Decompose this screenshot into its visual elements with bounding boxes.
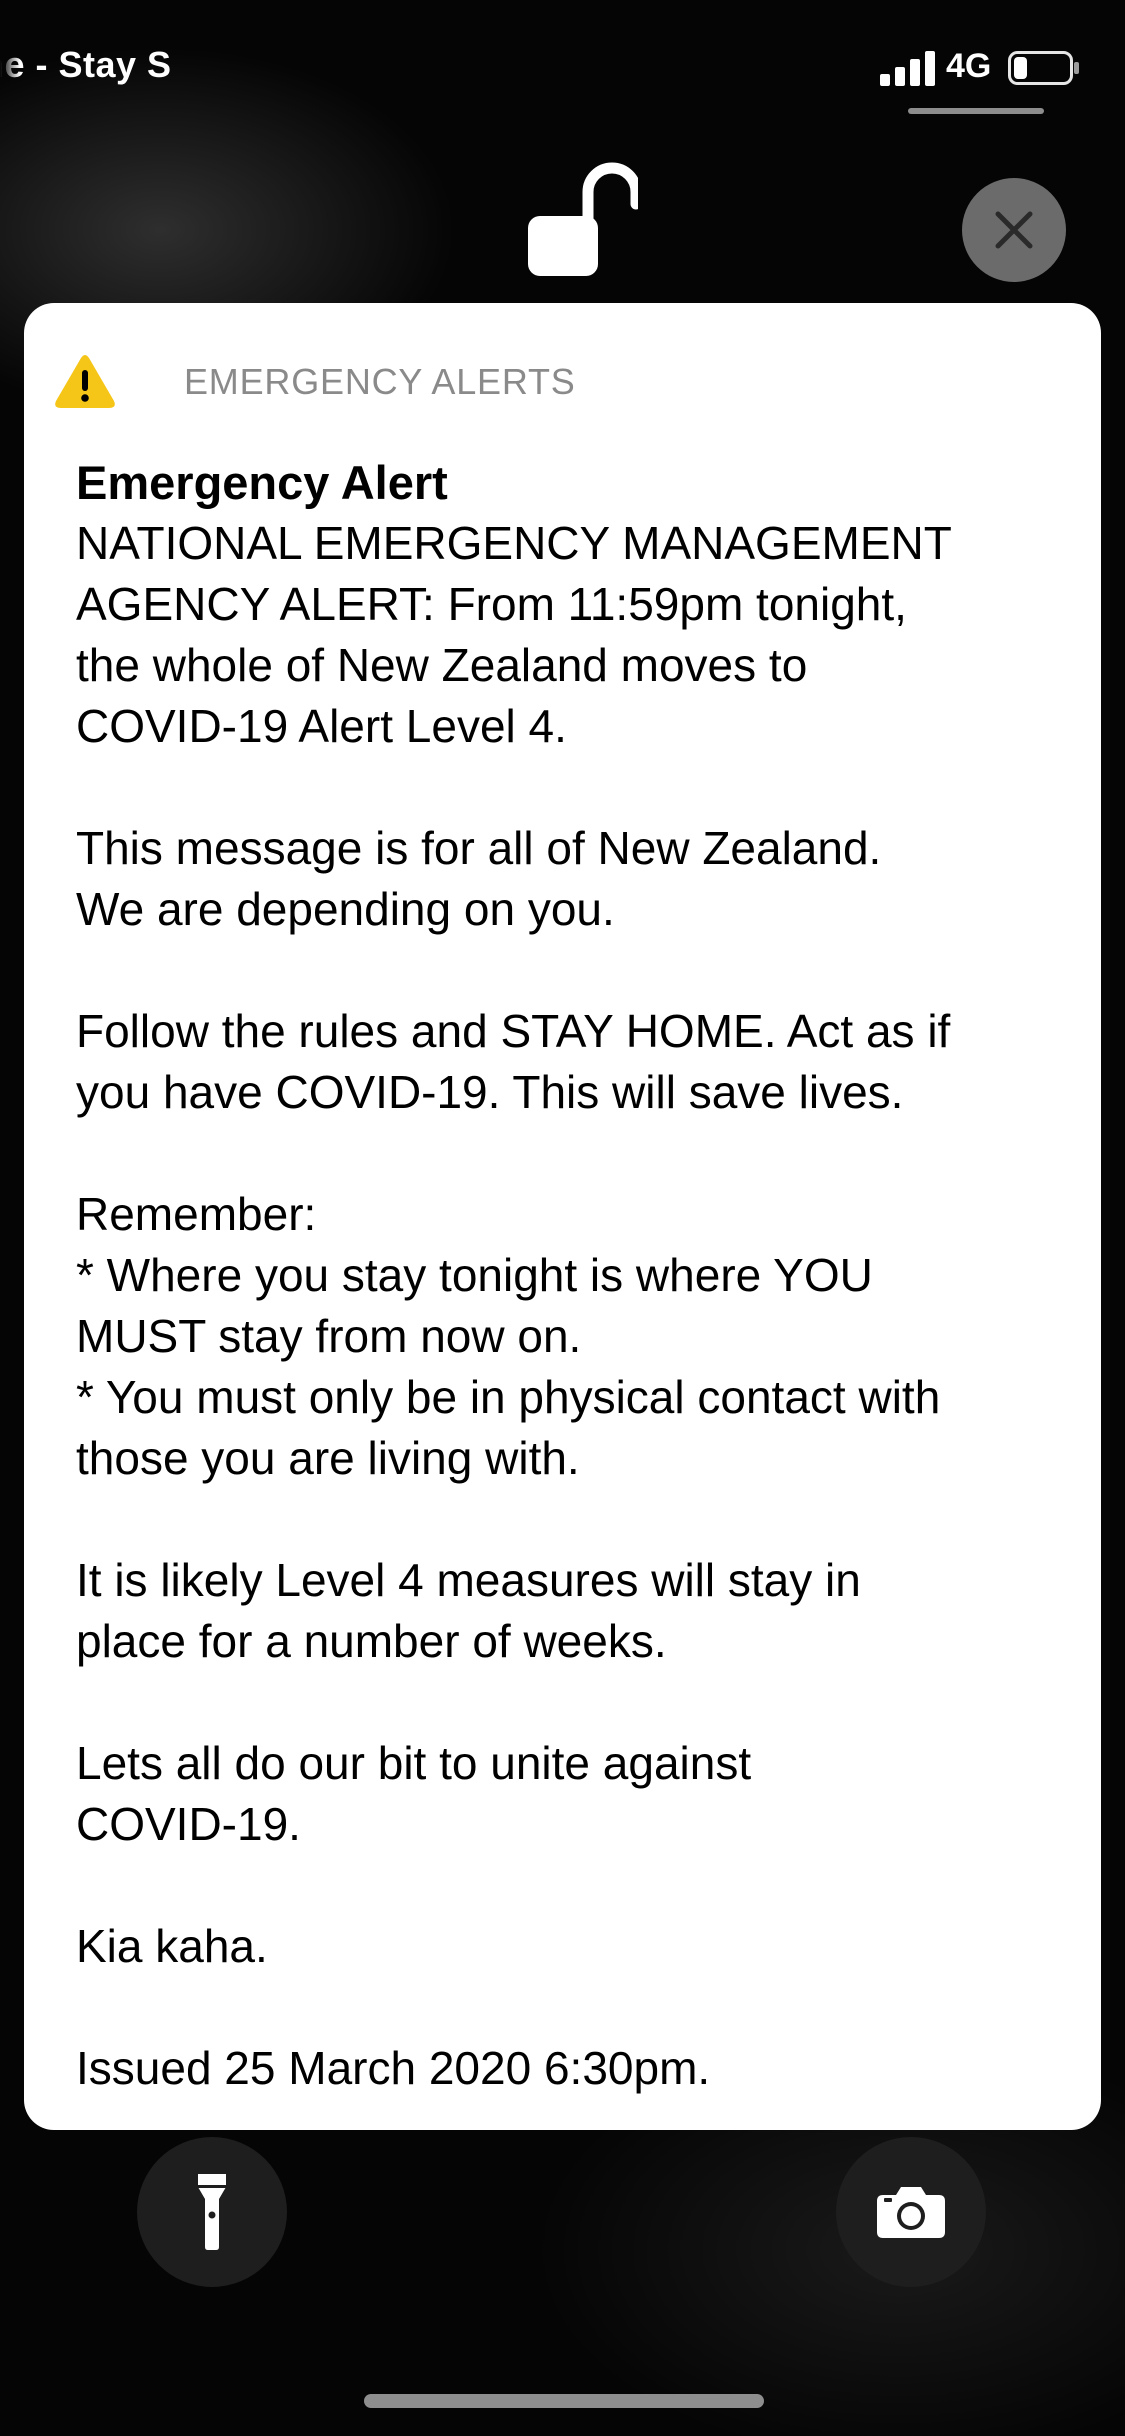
notification-app-name: EMERGENCY ALERTS (184, 361, 576, 402)
unlocked-padlock-icon (528, 162, 638, 276)
alert-line: Lets all do our bit to unite against (76, 1737, 752, 1789)
notification-header: EMERGENCY ALERTS (54, 353, 954, 413)
alert-line: COVID-19 Alert Level 4. (76, 700, 567, 752)
alert-paragraph: Remember: * Where you stay tonight is wh… (76, 1184, 1086, 1489)
status-bar-indicator (908, 108, 1044, 114)
cellular-signal-icon (880, 51, 935, 86)
alert-line: those you are living with. (76, 1432, 580, 1484)
dismiss-button[interactable] (962, 178, 1066, 282)
alert-line: * Where you stay tonight is where YOU (76, 1249, 873, 1301)
alert-paragraph: Lets all do our bit to unite against COV… (76, 1733, 1086, 1855)
flashlight-button[interactable] (137, 2137, 287, 2287)
alert-line: you have COVID-19. This will save lives. (76, 1066, 904, 1118)
alert-issued-timestamp: Issued 25 March 2020 6:30pm. (76, 2038, 1086, 2099)
flashlight-icon (198, 2174, 226, 2250)
alert-line: * You must only be in physical contact w… (76, 1371, 941, 1423)
alert-line: Follow the rules and STAY HOME. Act as i… (76, 1005, 951, 1057)
alert-line: COVID-19. (76, 1798, 301, 1850)
alert-line: AGENCY ALERT: From 11:59pm tonight, (76, 578, 907, 630)
alert-paragraph: Follow the rules and STAY HOME. Act as i… (76, 1001, 1086, 1123)
carrier-name: ne - Stay S (0, 44, 172, 85)
warning-icon (55, 355, 115, 408)
alert-line: This message is for all of New Zealand. (76, 822, 882, 874)
alert-line: Issued 25 March 2020 6:30pm. (76, 2042, 711, 2094)
alert-line: the whole of New Zealand moves to (76, 639, 808, 691)
alert-paragraph: Kia kaha. (76, 1916, 1086, 1977)
alert-paragraph: NATIONAL EMERGENCY MANAGEMENT AGENCY ALE… (76, 513, 1086, 757)
network-type-label: 4G (946, 47, 992, 85)
alert-message-body: NATIONAL EMERGENCY MANAGEMENT AGENCY ALE… (76, 513, 1086, 2099)
alert-paragraph: It is likely Level 4 measures will stay … (76, 1550, 1086, 1672)
alert-line: It is likely Level 4 measures will stay … (76, 1554, 861, 1606)
alert-line: Kia kaha. (76, 1920, 268, 1972)
alert-paragraph: This message is for all of New Zealand. … (76, 818, 1086, 940)
alert-line: We are depending on you. (76, 883, 615, 935)
camera-button[interactable] (836, 2137, 986, 2287)
alert-line: MUST stay from now on. (76, 1310, 582, 1362)
camera-icon (877, 2187, 945, 2238)
home-indicator[interactable] (364, 2394, 764, 2408)
emergency-alert-notification[interactable]: EMERGENCY ALERTS Emergency Alert NATIONA… (24, 303, 1101, 2130)
close-icon (995, 211, 1033, 249)
alert-line: place for a number of weeks. (76, 1615, 667, 1667)
status-bar: ne - Stay S 4G (0, 0, 1125, 130)
alert-title: Emergency Alert (76, 456, 448, 509)
alert-line: Remember: (76, 1188, 317, 1240)
battery-icon (1008, 51, 1079, 85)
alert-line: NATIONAL EMERGENCY MANAGEMENT (76, 517, 952, 569)
